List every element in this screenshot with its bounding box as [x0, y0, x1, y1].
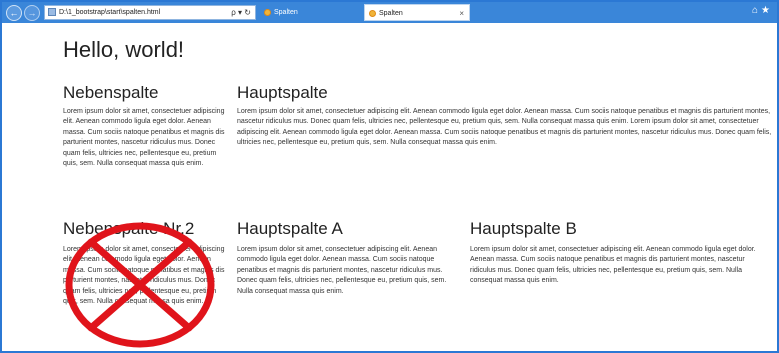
home-icon[interactable]: ⌂: [752, 5, 761, 16]
ie-tab-icon: [369, 10, 376, 17]
main-column-title: Hauptspalte: [237, 83, 328, 102]
toolbar-right-icons: ⌂★: [752, 5, 773, 16]
star-icon[interactable]: ★: [761, 5, 773, 16]
tab-close-button[interactable]: ×: [459, 5, 464, 22]
page-heading: Hello, world!: [63, 37, 185, 62]
main-column-a-text: Lorem ipsum dolor sit amet, consectetuer…: [237, 246, 447, 295]
main-column-text: Lorem ipsum dolor sit amet, consectetuer…: [237, 108, 772, 147]
address-url[interactable]: D:\1_bootstrap\start\spalten.html: [59, 9, 160, 16]
ie-tab-icon: [264, 9, 271, 16]
tab-label: Spalten: [274, 9, 298, 16]
address-bar[interactable]: D:\1_bootstrap\start\spalten.html ρ ▾ ↻: [44, 5, 256, 20]
page-icon: [48, 8, 56, 16]
prohibition-sign-icon: [65, 222, 215, 348]
main-column-b-title: Hauptspalte B: [470, 219, 577, 238]
side-column-title: Nebenspalte: [63, 83, 159, 102]
main-column-a-title: Hauptspalte A: [237, 219, 343, 238]
address-tools[interactable]: ρ ▾ ↻: [231, 6, 251, 19]
main-column-b-text: Lorem ipsum dolor sit amet, consectetuer…: [470, 246, 756, 285]
tab-spalten-inactive[interactable]: Spalten: [260, 4, 362, 21]
browser-toolbar: ← → D:\1_bootstrap\start\spalten.html ρ …: [2, 2, 777, 23]
side-column-text: Lorem ipsum dolor sit amet, consectetuer…: [63, 108, 225, 168]
tab-spalten-active[interactable]: Spalten ×: [364, 4, 470, 21]
forward-arrow-icon[interactable]: →: [24, 5, 40, 21]
browser-window: ← → D:\1_bootstrap\start\spalten.html ρ …: [0, 0, 779, 353]
back-arrow-icon[interactable]: ←: [6, 5, 22, 21]
tab-label: Spalten: [379, 10, 403, 17]
